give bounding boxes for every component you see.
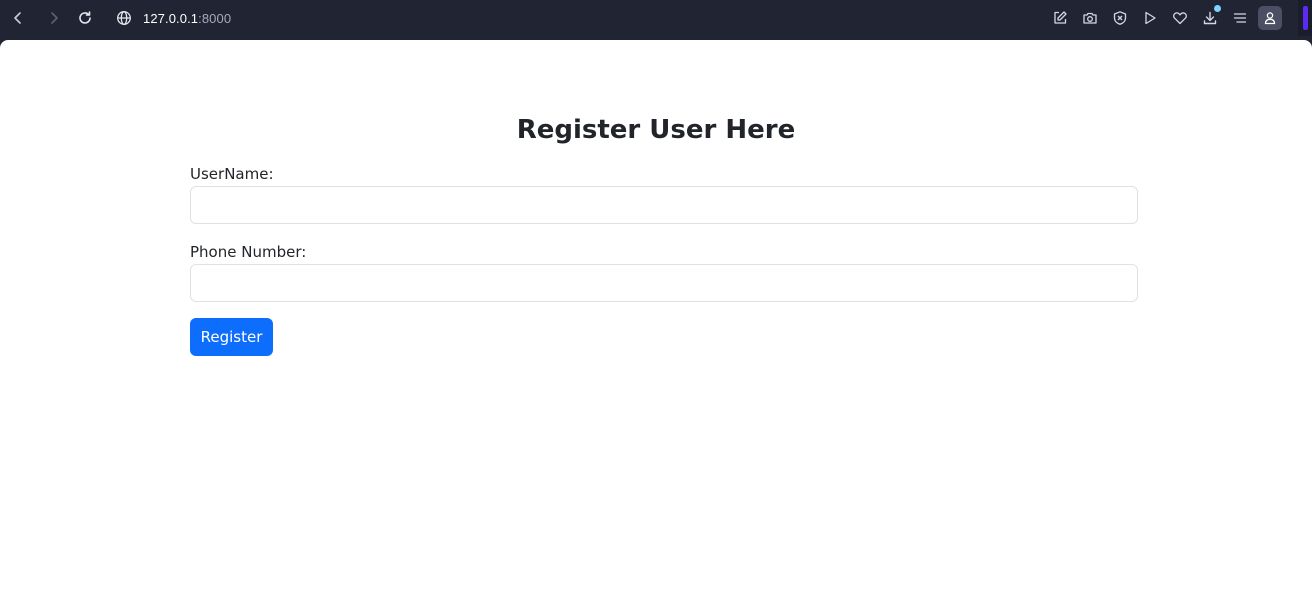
favorite-button[interactable] <box>1168 6 1192 30</box>
download-badge <box>1214 5 1221 12</box>
phone-number-input[interactable] <box>190 264 1138 302</box>
reload-button[interactable] <box>73 6 97 30</box>
reload-icon <box>79 11 91 24</box>
back-button[interactable] <box>6 6 30 30</box>
username-label: UserName: <box>190 165 274 183</box>
menu-icon <box>1233 13 1247 23</box>
chevron-left-icon <box>14 12 21 24</box>
globe-icon[interactable] <box>116 10 132 26</box>
url-port: :8000 <box>198 10 232 26</box>
address-bar[interactable]: 127.0.0.1:8000 <box>108 4 408 32</box>
profile-icon <box>1264 12 1276 25</box>
url-text[interactable]: 127.0.0.1:8000 <box>143 11 231 26</box>
register-button[interactable]: Register <box>190 318 273 356</box>
play-icon <box>1145 11 1156 25</box>
page-viewport: Register User Here UserName: Phone Numbe… <box>0 40 1312 598</box>
play-button[interactable] <box>1138 6 1162 30</box>
shield-icon <box>1113 11 1127 25</box>
forward-button[interactable] <box>42 6 66 30</box>
page-title: Register User Here <box>516 115 796 145</box>
edit-icon <box>1054 11 1067 24</box>
sidebar-accent <box>1303 6 1308 30</box>
browser-toolbar: 127.0.0.1:8000 <box>0 0 1312 36</box>
camera-icon <box>1083 12 1097 24</box>
url-host: 127.0.0.1 <box>143 10 199 26</box>
menu-button[interactable] <box>1228 6 1252 30</box>
screenshot-button[interactable] <box>1078 6 1102 30</box>
chevron-right-icon <box>51 12 58 24</box>
username-input[interactable] <box>190 186 1138 224</box>
profile-button[interactable] <box>1258 6 1282 30</box>
edit-button[interactable] <box>1048 6 1072 30</box>
download-button[interactable] <box>1198 5 1222 30</box>
download-icon <box>1203 11 1217 25</box>
heart-icon <box>1173 12 1187 25</box>
shield-button[interactable] <box>1108 6 1132 30</box>
sidebar-toggle[interactable] <box>1298 0 1312 36</box>
phone-label: Phone Number: <box>190 243 307 261</box>
